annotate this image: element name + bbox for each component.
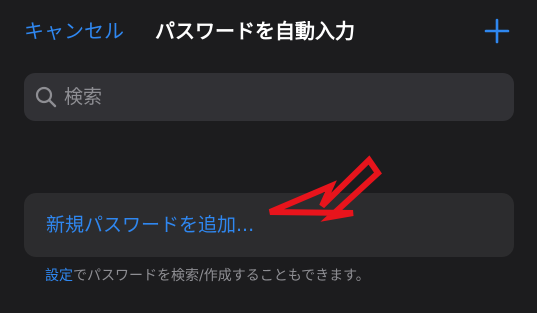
search-icon <box>35 86 57 108</box>
cancel-button[interactable]: キャンセル <box>24 16 124 46</box>
search-field[interactable] <box>24 73 514 121</box>
navigation-bar: キャンセル パスワードを自動入力 <box>0 0 537 64</box>
footer-text: でパスワードを検索/作成することもできます。 <box>73 268 370 284</box>
settings-link[interactable]: 設定 <box>45 268 73 284</box>
plus-icon[interactable] <box>483 17 511 45</box>
footer-note: 設定でパスワードを検索/作成することもできます。 <box>45 266 370 286</box>
page-title: パスワードを自動入力 <box>155 19 355 43</box>
add-password-label: 新規パスワードを追加... <box>46 214 255 236</box>
add-password-button[interactable]: 新規パスワードを追加... <box>24 193 514 257</box>
search-input[interactable] <box>64 73 504 121</box>
